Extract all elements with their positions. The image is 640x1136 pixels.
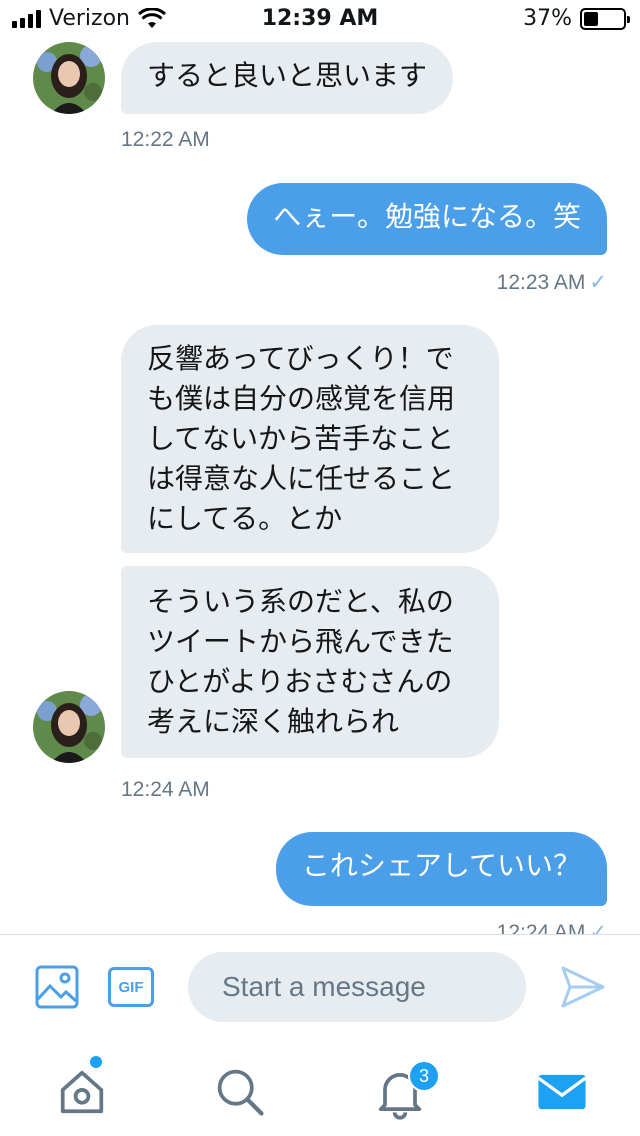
search-icon[interactable]: [210, 1062, 270, 1122]
message-timestamp: 12:24 AM ✓: [497, 920, 607, 934]
gif-label: GIF: [118, 978, 144, 996]
send-icon[interactable]: [560, 965, 606, 1009]
message-line: にしてる。とか: [147, 502, 343, 535]
message-line: してないから苦手なこと: [147, 422, 455, 455]
avatar[interactable]: [33, 691, 105, 763]
home-notification-dot: [90, 1056, 102, 1068]
outgoing-message[interactable]: これシェアしていい？: [275, 832, 607, 906]
message-text: これシェアしていい？: [301, 849, 581, 882]
timestamp-text: 12:22 AM: [121, 128, 210, 151]
message-text: へぇー。勉強になる。笑: [273, 200, 581, 233]
timestamp-text: 12:23 AM: [496, 271, 586, 294]
tab-bar: 3: [0, 1038, 640, 1136]
read-receipt-icon: ✓: [589, 271, 607, 294]
status-bar-right: 37%: [523, 6, 630, 31]
message-line: 考えに深く触れられ: [147, 705, 400, 738]
home-icon[interactable]: [52, 1062, 112, 1122]
notification-count: 3: [418, 1065, 429, 1086]
notification-badge: 3: [408, 1060, 440, 1092]
outgoing-message[interactable]: へぇー。勉強になる。笑: [247, 183, 607, 255]
incoming-message[interactable]: そういう系のだと、私の ツイートから飛んできた ひとがよりおさむさんの 考えに深…: [121, 566, 499, 758]
timestamp-text: 12:24 AM: [121, 778, 210, 801]
status-bar: Verizon 12:39 AM 37%: [0, 0, 640, 40]
timestamp-text: 12:24 AM: [496, 921, 586, 934]
read-receipt-icon: ✓: [589, 921, 607, 934]
message-line: は得意な人に任せること: [147, 462, 456, 495]
message-line: も僕は自分の感覚を信用: [147, 382, 456, 415]
avatar[interactable]: [33, 42, 105, 114]
message-text: すると良いと思います: [147, 59, 428, 92]
message-input[interactable]: [188, 952, 526, 1022]
incoming-message[interactable]: 反響あってびっくり！で も僕は自分の感覚を信用 してないから苦手なこと は得意な…: [121, 325, 499, 553]
message-composer: GIF: [0, 934, 640, 1038]
battery-icon: [580, 7, 630, 30]
battery-percent: 37%: [523, 6, 572, 31]
incoming-message[interactable]: すると良いと思います: [121, 42, 454, 114]
image-icon[interactable]: [35, 965, 79, 1009]
message-line: そういう系のだと、私の: [147, 585, 454, 618]
message-line: ひとがよりおさむさんの: [147, 665, 453, 698]
mail-icon[interactable]: [532, 1062, 592, 1122]
conversation[interactable]: すると良いと思います 12:22 AM へぇー。勉強になる。笑 12:23 AM…: [0, 40, 640, 934]
message-line: 反響あってびっくり！で: [147, 342, 454, 375]
battery-fill: [584, 11, 599, 26]
message-line: ツイートから飛んできた: [147, 625, 454, 658]
message-timestamp: 12:24 AM: [121, 778, 210, 802]
gif-icon[interactable]: GIF: [108, 967, 154, 1007]
message-timestamp: 12:23 AM ✓: [497, 270, 607, 295]
message-timestamp: 12:22 AM: [121, 128, 210, 152]
